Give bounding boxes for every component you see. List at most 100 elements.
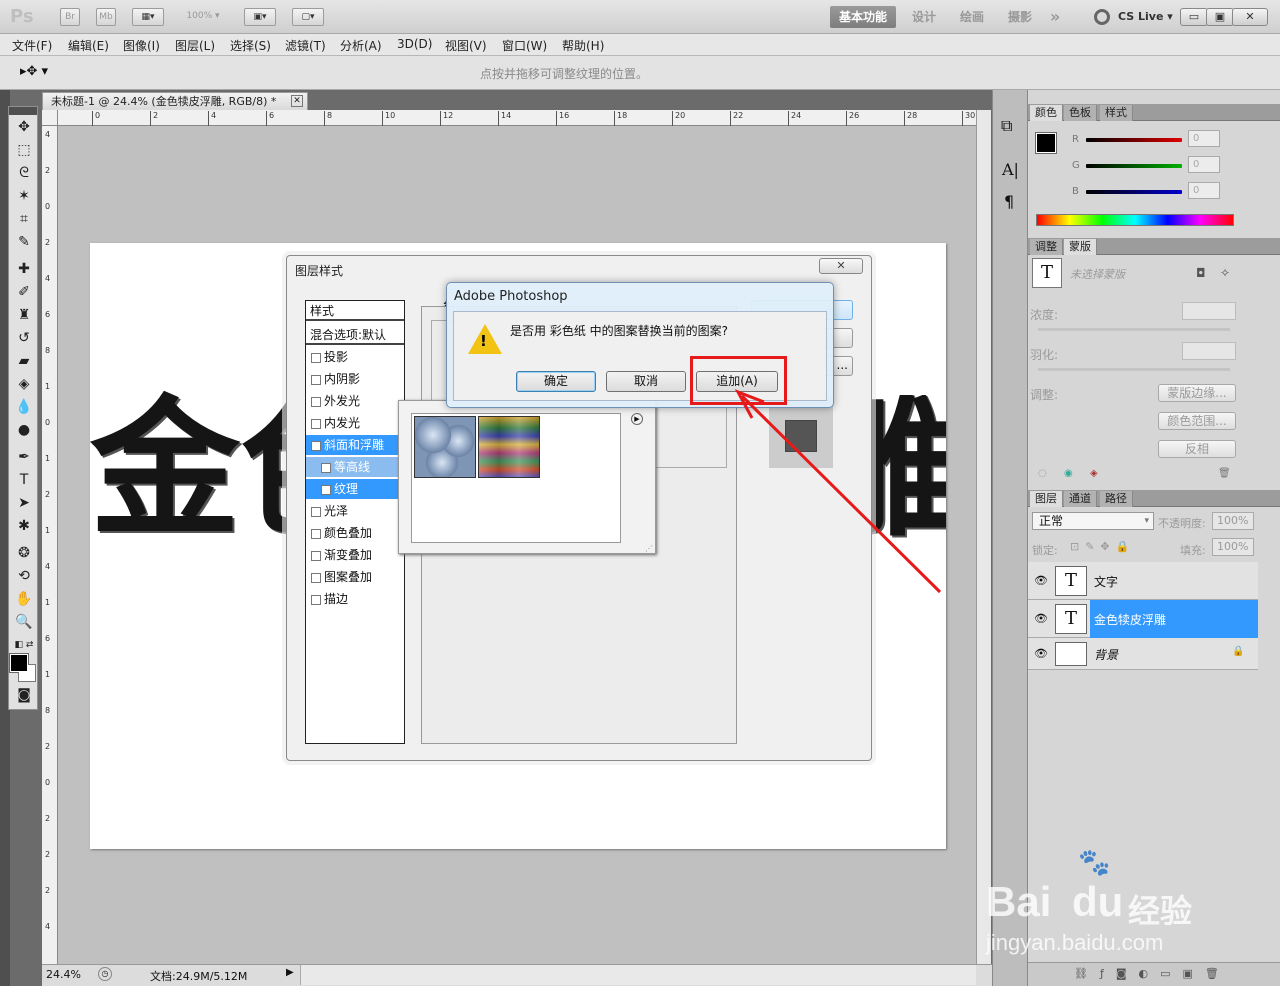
document-tab[interactable]: 未标题-1 @ 24.4% (金色犊皮浮雕, RGB/8) * ✕ — [42, 92, 308, 110]
checkbox[interactable] — [311, 418, 321, 429]
menu-file[interactable]: 文件(F) — [12, 37, 52, 54]
layer-row-text[interactable]: 👁 T 文字 — [1028, 562, 1258, 600]
move-tool-icon[interactable]: ✥ — [12, 117, 36, 137]
color-range-button[interactable]: 颜色范围... — [1158, 412, 1236, 430]
quick-mask-icon[interactable]: ◙ — [12, 685, 36, 705]
tab-swatches[interactable]: 色板 — [1064, 105, 1097, 121]
load-selection-icon[interactable]: ◌ — [1038, 468, 1047, 479]
workspace-photography[interactable]: 摄影 — [1008, 6, 1032, 28]
clone-stamp-tool-icon[interactable]: ♜ — [12, 305, 36, 325]
tab-styles[interactable]: 样式 — [1100, 105, 1133, 121]
hand-tool-icon[interactable]: ✋ — [12, 589, 36, 609]
minimize-button[interactable]: ▭ — [1180, 8, 1208, 26]
style-item-texture[interactable]: ✓ 纹理 — [306, 479, 398, 499]
menu-view[interactable]: 视图(V) — [445, 37, 487, 54]
zoom-level-select[interactable]: 100% ▾ — [176, 8, 230, 26]
layer-row-background[interactable]: 👁 背景 🔒 — [1028, 638, 1258, 670]
restore-button[interactable]: ▣ — [1206, 8, 1234, 26]
arrange-documents-button[interactable]: ▣▾ — [244, 8, 276, 26]
g-value-field[interactable]: 0 — [1188, 156, 1220, 173]
tab-layers[interactable]: 图层 — [1030, 491, 1063, 507]
style-item-gradient-overlay[interactable]: 渐变叠加 — [306, 545, 404, 565]
style-item-inner-glow[interactable]: 内发光 — [306, 413, 404, 433]
ok-button[interactable]: 确定 — [516, 371, 596, 392]
style-item-pattern-overlay[interactable]: 图案叠加 — [306, 567, 404, 587]
delete-mask-icon[interactable]: 🗑 — [1218, 468, 1231, 479]
pixel-mask-icon[interactable]: ◘ — [1196, 266, 1206, 280]
style-item-outer-glow[interactable]: 外发光 — [306, 391, 404, 411]
tab-paths[interactable]: 路径 — [1100, 491, 1133, 507]
bridge-button[interactable]: Br — [60, 8, 80, 26]
mask-edge-button[interactable]: 蒙版边缘... — [1158, 384, 1236, 402]
blend-mode-select[interactable]: 正常 ▾ — [1032, 512, 1154, 530]
cs-live-menu[interactable]: CS Live ▾ — [1118, 10, 1173, 23]
lasso-tool-icon[interactable]: ᘓ — [12, 163, 36, 183]
menu-edit[interactable]: 编辑(E) — [68, 37, 109, 54]
vector-mask-icon[interactable]: ✧ — [1220, 266, 1230, 280]
more-workspaces-button[interactable]: » — [1050, 6, 1060, 28]
feather-slider[interactable] — [1038, 368, 1230, 371]
menu-select[interactable]: 选择(S) — [230, 37, 271, 54]
r-value-field[interactable]: 0 — [1188, 130, 1220, 147]
style-item-contour[interactable]: 等高线 — [306, 457, 398, 477]
screen-mode-button[interactable]: ▢▾ — [292, 8, 324, 26]
dialog-close-button[interactable]: ✕ — [819, 258, 863, 274]
status-menu-arrow-icon[interactable]: ▶ — [286, 967, 294, 978]
checkbox[interactable] — [311, 396, 321, 407]
type-tool-icon[interactable]: T — [12, 470, 36, 490]
view-extras-button[interactable]: ▦▾ — [132, 8, 164, 26]
history-panel-icon[interactable]: ⧉ — [1001, 116, 1012, 136]
blend-options-item[interactable]: 混合选项:默认 — [306, 325, 404, 345]
visibility-eye-icon[interactable]: 👁 — [1032, 574, 1050, 588]
apply-mask-icon[interactable]: ◉ — [1064, 468, 1073, 479]
checkbox[interactable] — [311, 352, 321, 363]
ruler-origin[interactable] — [42, 110, 58, 126]
eraser-tool-icon[interactable]: ▰ — [12, 351, 36, 371]
3d-orbit-tool-icon[interactable]: ⟲ — [12, 566, 36, 586]
history-brush-tool-icon[interactable]: ↺ — [12, 328, 36, 348]
r-slider[interactable] — [1086, 138, 1182, 142]
paragraph-panel-icon[interactable]: ¶ — [1004, 192, 1014, 211]
dodge-tool-icon[interactable]: ● — [12, 420, 36, 440]
checkbox[interactable] — [311, 528, 321, 539]
checkbox[interactable] — [311, 374, 321, 385]
status-icon[interactable]: ◷ — [98, 967, 112, 981]
checkbox-checked[interactable]: ✓ — [311, 440, 321, 451]
visibility-eye-icon[interactable]: 👁 — [1032, 647, 1050, 661]
opacity-field[interactable]: 100% — [1212, 512, 1254, 530]
pattern-menu-arrow-icon[interactable]: ▶ — [631, 413, 643, 425]
styles-header[interactable]: 样式 — [306, 301, 404, 321]
tab-color[interactable]: 颜色 — [1030, 105, 1063, 121]
mini-bridge-button[interactable]: Mb — [96, 8, 116, 26]
style-item-color-overlay[interactable]: 颜色叠加 — [306, 523, 404, 543]
fill-field[interactable]: 100% — [1212, 538, 1254, 556]
menu-3d[interactable]: 3D(D) — [397, 37, 432, 51]
foreground-color-front[interactable] — [10, 654, 28, 672]
3d-rotate-tool-icon[interactable]: ❂ — [12, 543, 36, 563]
style-item-drop-shadow[interactable]: 投影 — [306, 347, 404, 367]
lock-icons[interactable]: ⊡✎✥🔒 — [1070, 540, 1135, 553]
style-item-bevel-emboss[interactable]: ✓ 斜面和浮雕 — [306, 435, 398, 455]
checkbox-checked[interactable]: ✓ — [321, 484, 331, 495]
workspace-design[interactable]: 设计 — [912, 6, 936, 28]
color-spectrum-ramp[interactable] — [1036, 214, 1234, 226]
pattern-bubbles[interactable] — [414, 416, 476, 478]
menu-image[interactable]: 图像(I) — [123, 37, 160, 54]
vertical-scrollbar[interactable] — [976, 110, 991, 964]
style-item-satin[interactable]: 光泽 — [306, 501, 404, 521]
density-slider[interactable] — [1038, 328, 1230, 331]
workspace-painting[interactable]: 绘画 — [960, 6, 984, 28]
b-slider[interactable] — [1086, 190, 1182, 194]
character-panel-icon[interactable]: A| — [1002, 160, 1019, 179]
menu-analysis[interactable]: 分析(A) — [340, 37, 382, 54]
paint-bucket-tool-icon[interactable]: ◈ — [12, 374, 36, 394]
density-field[interactable] — [1182, 302, 1236, 320]
tab-channels[interactable]: 通道 — [1064, 491, 1097, 507]
g-slider[interactable] — [1086, 164, 1182, 168]
healing-brush-tool-icon[interactable]: ✚ — [12, 259, 36, 279]
pattern-colored-paper[interactable] — [478, 416, 540, 478]
zoom-readout[interactable]: 24.4% — [46, 968, 81, 981]
menu-layer[interactable]: 图层(L) — [175, 37, 215, 54]
resize-grip-icon[interactable]: ⋰ — [645, 544, 653, 553]
color-fg-swatch[interactable] — [1036, 133, 1056, 153]
